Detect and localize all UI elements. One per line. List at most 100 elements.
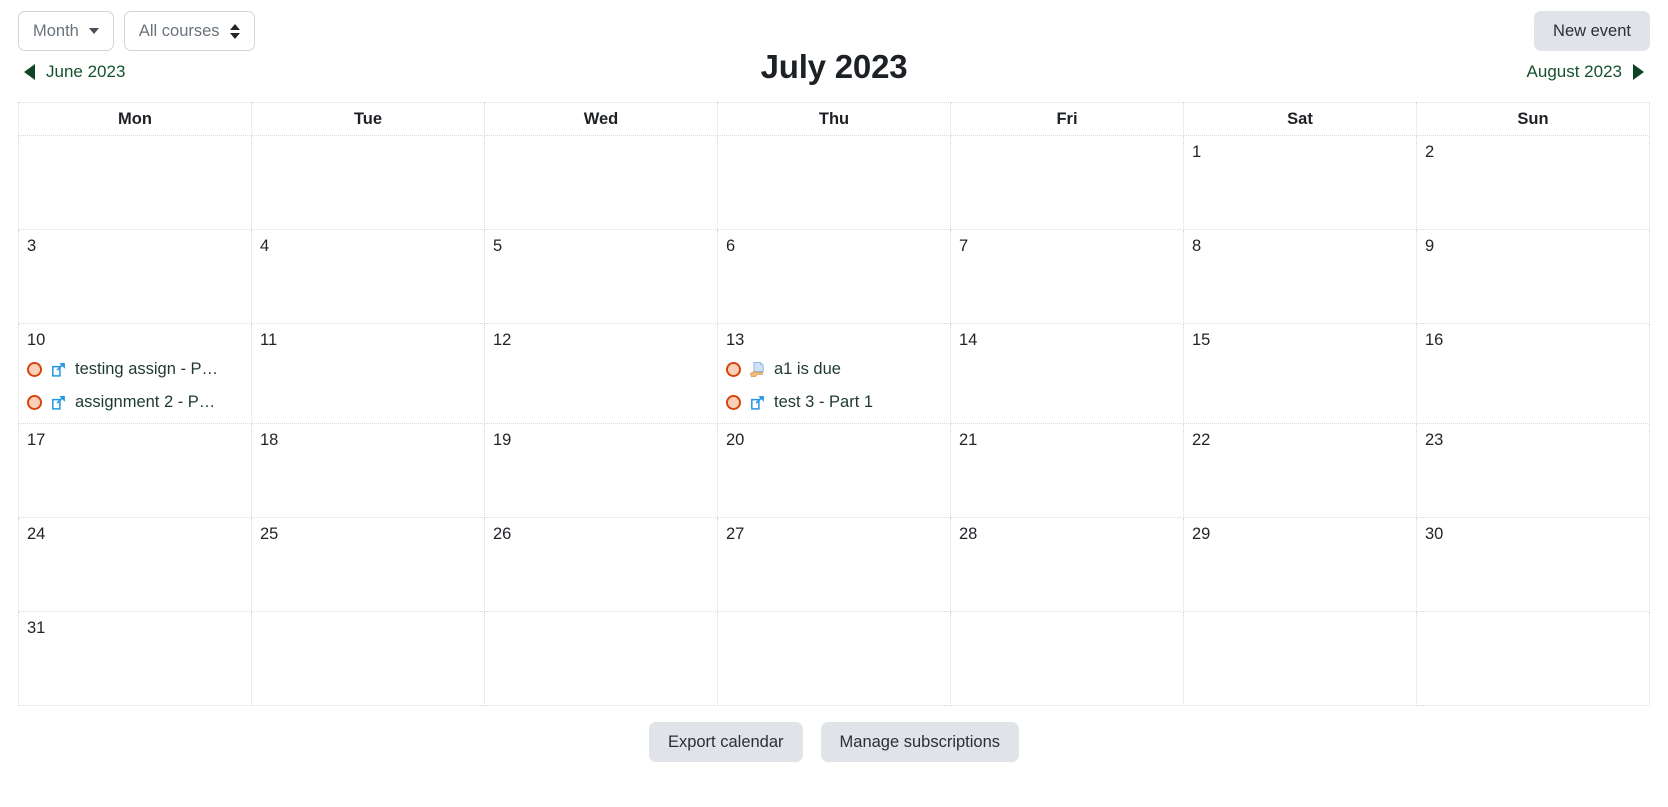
calendar-day-cell[interactable]: 21 [950, 423, 1184, 518]
calendar-day-cell[interactable]: 13 a1 is due test 3 - Part 1 [717, 323, 951, 424]
weekday-header-tue: Tue [251, 102, 485, 136]
calendar-day-cell[interactable]: 30 [1416, 517, 1650, 612]
calendar-empty-cell [484, 135, 718, 230]
day-number: 30 [1425, 525, 1444, 543]
calendar-day-cell[interactable]: 23 [1416, 423, 1650, 518]
calendar-event[interactable]: test 3 - Part 1 [726, 386, 942, 419]
assignment-submit-icon [750, 362, 764, 377]
calendar-empty-cell [1183, 611, 1417, 706]
calendar-day-cell[interactable]: 17 [18, 423, 252, 518]
calendar-day-cell[interactable]: 16 [1416, 323, 1650, 424]
next-month-label: August 2023 [1526, 62, 1622, 81]
calendar-day-cell[interactable]: 7 [950, 229, 1184, 324]
calendar-day-cell[interactable]: 29 [1183, 517, 1417, 612]
day-events: testing assign - P… assignment 2 - P… [27, 353, 243, 419]
next-month-link[interactable]: August 2023 [1527, 62, 1644, 82]
page-title: July 2023 [760, 48, 908, 85]
day-number: 28 [959, 525, 978, 543]
calendar-event[interactable]: assignment 2 - P… [27, 386, 243, 419]
day-number: 10 [27, 331, 46, 349]
calendar-week-row: 10 testing assign - P… assignment 2 - P… 11… [18, 323, 1650, 424]
toolbar-filters: Month All courses [18, 11, 255, 51]
calendar-week-row: 12 [18, 135, 1650, 230]
calendar-day-cell[interactable]: 3 [18, 229, 252, 324]
day-number [726, 619, 942, 639]
manage-subscriptions-button[interactable]: Manage subscriptions [820, 722, 1020, 762]
calendar-day-cell[interactable]: 31 [18, 611, 252, 706]
calendar-empty-cell [18, 135, 252, 230]
export-calendar-button[interactable]: Export calendar [648, 722, 803, 762]
day-number [1425, 619, 1641, 639]
calendar-day-cell[interactable]: 5 [484, 229, 718, 324]
calendar-day-cell[interactable]: 8 [1183, 229, 1417, 324]
day-number: 19 [493, 431, 512, 449]
calendar-day-cell[interactable]: 24 [18, 517, 252, 612]
calendar-day-cell[interactable]: 27 [717, 517, 951, 612]
calendar-event[interactable]: testing assign - P… [27, 353, 243, 386]
day-number: 15 [1192, 331, 1211, 349]
calendar-page: Month All courses New event June 2023 Ju… [0, 0, 1668, 807]
day-number: 13 [726, 331, 745, 349]
day-number [959, 619, 1175, 639]
course-select[interactable]: All courses [123, 11, 255, 51]
calendar-day-cell[interactable]: 10 testing assign - P… assignment 2 - P… [18, 323, 252, 424]
calendar-day-cell[interactable]: 18 [251, 423, 485, 518]
calendar-event[interactable]: a1 is due [726, 353, 942, 386]
calendar-day-cell[interactable]: 20 [717, 423, 951, 518]
calendar-empty-cell [251, 611, 485, 706]
calendar-grid: Mon Tue Wed Thu Fri Sat Sun 1 2 3 4 5 6 7 8 9 10 testing… [18, 102, 1650, 706]
calendar-day-cell[interactable]: 26 [484, 517, 718, 612]
calendar-day-cell[interactable]: 6 [717, 229, 951, 324]
calendar-day-cell[interactable]: 2 [1416, 135, 1650, 230]
day-number: 14 [959, 331, 978, 349]
day-number: 3 [27, 237, 37, 255]
event-marker-icon [726, 395, 741, 410]
view-select-label: Month [33, 21, 79, 40]
calendar-week-row: 17 18 19 20 21 22 23 [18, 423, 1650, 518]
assignment-link-icon [52, 362, 65, 377]
day-number: 17 [27, 431, 46, 449]
calendar-day-cell[interactable]: 14 [950, 323, 1184, 424]
calendar-day-cell[interactable]: 19 [484, 423, 718, 518]
course-select-label: All courses [138, 21, 220, 40]
calendar-week-row: 3 4 5 6 7 8 9 [18, 229, 1650, 324]
day-number [493, 143, 709, 163]
calendar-empty-cell [484, 611, 718, 706]
weekday-header-mon: Mon [18, 102, 252, 136]
calendar-day-cell[interactable]: 15 [1183, 323, 1417, 424]
event-marker-icon [27, 362, 42, 377]
day-number: 4 [260, 237, 270, 255]
day-events: a1 is due test 3 - Part 1 [726, 353, 942, 419]
calendar-day-cell[interactable]: 12 [484, 323, 718, 424]
calendar-week-row: 31 [18, 611, 1650, 706]
event-title: test 3 - Part 1 [774, 393, 874, 411]
weekday-header-thu: Thu [717, 102, 951, 136]
calendar-day-cell[interactable]: 22 [1183, 423, 1417, 518]
day-number: 22 [1192, 431, 1211, 449]
calendar-empty-cell [950, 135, 1184, 230]
day-number: 7 [959, 237, 969, 255]
calendar-day-cell[interactable]: 11 [251, 323, 485, 424]
calendar-day-cell[interactable]: 4 [251, 229, 485, 324]
assignment-link-icon [751, 395, 764, 410]
day-number [1192, 619, 1408, 639]
calendar-day-cell[interactable]: 9 [1416, 229, 1650, 324]
view-select-month[interactable]: Month [18, 11, 114, 51]
day-number: 1 [1192, 143, 1202, 161]
calendar-footer: Export calendar Manage subscriptions [18, 722, 1650, 762]
chevron-down-icon [88, 28, 99, 34]
day-number: 16 [1425, 331, 1444, 349]
day-number: 6 [726, 237, 736, 255]
day-number: 23 [1425, 431, 1444, 449]
weekday-header-fri: Fri [950, 102, 1184, 136]
day-number: 29 [1192, 525, 1211, 543]
calendar-day-cell[interactable]: 1 [1183, 135, 1417, 230]
new-event-button[interactable]: New event [1534, 11, 1650, 51]
calendar-day-cell[interactable]: 28 [950, 517, 1184, 612]
day-number: 24 [27, 525, 46, 543]
calendar-empty-cell [1416, 611, 1650, 706]
day-number: 8 [1192, 237, 1202, 255]
calendar-day-cell[interactable]: 25 [251, 517, 485, 612]
day-number: 25 [260, 525, 279, 543]
calendar-empty-cell [717, 135, 951, 230]
